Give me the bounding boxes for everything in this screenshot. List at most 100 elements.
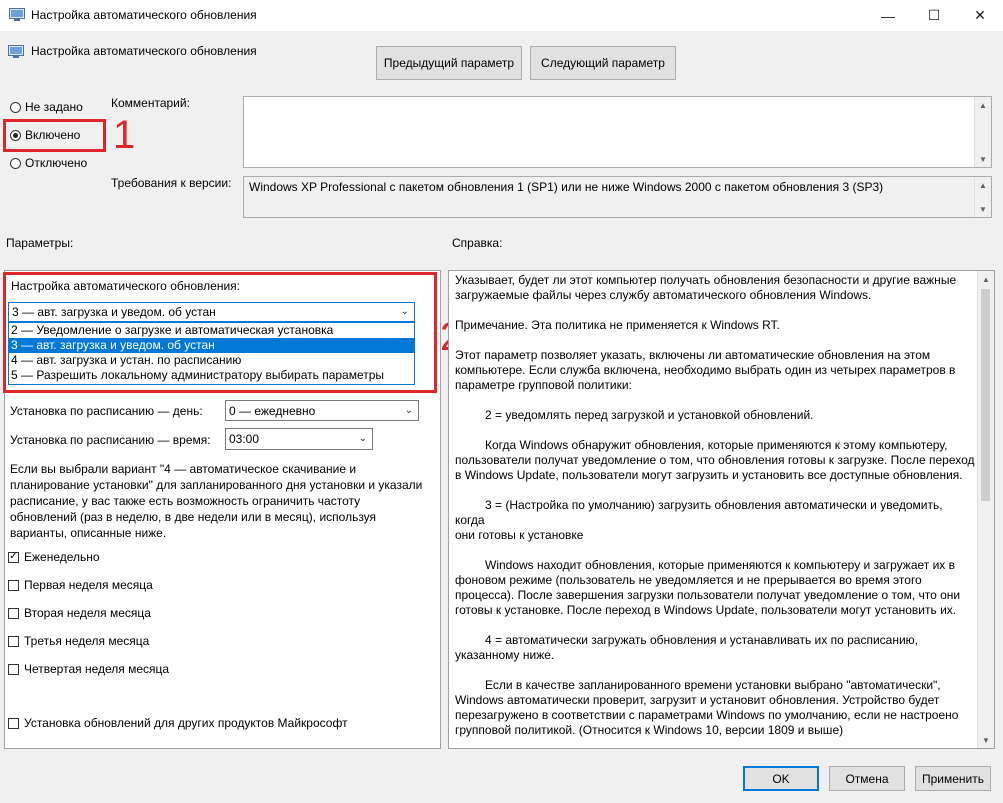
schedule-day-label: Установка по расписанию — день:	[10, 404, 203, 418]
checkbox[interactable]	[8, 607, 19, 619]
radio-label: Не задано	[25, 100, 83, 114]
radio-button[interactable]	[10, 157, 21, 169]
help-section-label: Справка:	[452, 236, 503, 250]
maximize-icon[interactable]: ☐	[911, 0, 957, 31]
help-line: фоновом режиме (пользователь не уведомля…	[455, 573, 922, 587]
help-line: групповой политикой. (Относится к Window…	[455, 723, 844, 737]
help-line: Когда Windows обнаружит обновления, кото…	[485, 438, 948, 452]
close-icon[interactable]: ✕	[957, 0, 1003, 31]
help-line: Примечание. Эта политика не применяется …	[455, 318, 780, 332]
checkbox-label: Первая неделя месяца	[24, 578, 153, 592]
checkbox-fourth-week[interactable]: Четвертая неделя месяца	[8, 662, 169, 676]
checkbox-third-week[interactable]: Третья неделя месяца	[8, 634, 149, 648]
schedule-time-combo[interactable]: 03:00 ⌄	[225, 428, 373, 450]
help-paragraph: Примечание. Эта политика не применяется …	[455, 318, 975, 333]
checkbox-weekly[interactable]: ✓ Еженедельно	[8, 550, 100, 564]
help-paragraph: 2 = уведомлять перед загрузкой и установ…	[455, 408, 975, 423]
checkbox[interactable]	[8, 579, 19, 591]
help-paragraph: Windows находит обновления, которые прим…	[455, 558, 975, 618]
schedule-time-label: Установка по расписанию — время:	[10, 433, 211, 447]
note-line: обновлений (раз в неделю, в две недели и…	[10, 510, 377, 524]
requirements-scrollbar[interactable]: ▲ ▼	[974, 177, 991, 217]
help-line: Этот параметр позволяет указать, включен…	[455, 348, 931, 362]
help-line: 3 = (Настройка по умолчанию) загрузить о…	[455, 498, 943, 527]
help-line: Windows автоматически проверит, загрузит…	[455, 693, 940, 707]
checkbox-other-products[interactable]: Установка обновлений для других продукто…	[8, 716, 348, 730]
radio-label: Отключено	[25, 156, 88, 170]
window-title: Настройка автоматического обновления	[31, 8, 257, 22]
schedule-day-combo[interactable]: 0 — ежедневно ⌄	[225, 400, 419, 421]
schedule-note: Если вы выбрали вариант "4 — автоматичес…	[10, 461, 435, 541]
cancel-button[interactable]: Отмена	[829, 766, 905, 791]
requirements-label: Требования к версии:	[111, 176, 232, 190]
annotation-marker-1: 1	[113, 113, 136, 157]
combo-value: 03:00	[229, 432, 260, 446]
annotation-box-2	[3, 272, 437, 393]
annotation-box-1	[3, 119, 106, 152]
ok-button[interactable]: OK	[743, 766, 819, 791]
help-line: готовы к установке. После переход в Wind…	[455, 603, 957, 617]
checkbox[interactable]	[8, 717, 19, 729]
scroll-down-icon[interactable]: ▼	[975, 151, 991, 167]
previous-setting-button[interactable]: Предыдущий параметр	[376, 46, 522, 80]
checkbox-second-week[interactable]: Вторая неделя месяца	[8, 606, 151, 620]
requirements-text: Windows XP Professional с пакетом обновл…	[249, 180, 884, 194]
help-line: загружаемые файлы через службу автоматич…	[455, 288, 872, 302]
checkbox-label: Установка обновлений для других продукто…	[24, 716, 348, 730]
help-paragraph: 3 = (Настройка по умолчанию) загрузить о…	[455, 498, 975, 543]
checkbox-label: Вторая неделя месяца	[24, 606, 151, 620]
scroll-up-icon[interactable]: ▲	[978, 271, 994, 287]
help-line: перезагружено в соответствии с параметра…	[455, 708, 959, 722]
scroll-down-icon[interactable]: ▼	[978, 732, 994, 748]
help-paragraph: Указывает, будет ли этот компьютер получ…	[455, 273, 975, 303]
help-paragraph: 4 = автоматически загружать обновления и…	[455, 633, 975, 663]
help-line: процесса). После завершения загрузки пол…	[455, 588, 961, 602]
help-line: Указывает, будет ли этот компьютер получ…	[455, 273, 957, 287]
checkbox[interactable]: ✓	[8, 551, 19, 563]
help-line: указанному ниже.	[455, 648, 555, 662]
checkbox[interactable]	[8, 663, 19, 675]
checkbox-label: Третья неделя месяца	[24, 634, 150, 648]
help-line: они готовы к установке	[455, 528, 584, 542]
checkbox[interactable]	[8, 635, 19, 647]
note-line: расписание, у вас также есть возможность…	[10, 494, 361, 508]
note-line: варианты, описанные ниже.	[10, 526, 167, 540]
checkbox-first-week[interactable]: Первая неделя месяца	[8, 578, 153, 592]
radio-not-configured[interactable]: Не задано	[10, 100, 83, 114]
note-line: планирование установки" для запланирован…	[10, 478, 423, 492]
help-paragraph: Когда Windows обнаружит обновления, кото…	[455, 438, 975, 483]
comment-textarea[interactable]: ▲ ▼	[243, 96, 992, 168]
combo-value: 0 — ежедневно	[229, 403, 316, 418]
next-setting-button[interactable]: Следующий параметр	[530, 46, 676, 80]
chevron-down-icon: ⌄	[358, 432, 367, 444]
note-line: Если вы выбрали вариант "4 — автоматичес…	[10, 462, 357, 476]
checkbox-label: Еженедельно	[24, 550, 100, 564]
policy-app-icon	[9, 8, 25, 21]
help-line: в Windows Update, пользователи могут заг…	[455, 468, 963, 482]
help-scrollbar[interactable]: ▲ ▼	[977, 271, 994, 748]
comment-scrollbar[interactable]: ▲ ▼	[974, 97, 991, 167]
help-paragraph: Если в качестве запланированного времени…	[455, 678, 975, 738]
help-line: 4 = автоматически загружать обновления и…	[485, 633, 918, 647]
comment-label: Комментарий:	[111, 96, 190, 110]
parameters-section-label: Параметры:	[6, 236, 74, 250]
help-text: Указывает, будет ли этот компьютер получ…	[455, 273, 975, 747]
help-paragraph: Этот параметр позволяет указать, включен…	[455, 348, 975, 393]
requirements-box: Windows XP Professional с пакетом обновл…	[243, 176, 992, 218]
policy-icon	[8, 45, 24, 58]
help-line: Windows находит обновления, которые прим…	[485, 558, 956, 572]
help-line: параметре групповой политики:	[455, 378, 632, 392]
help-line: компьютере. Если служба включена, необхо…	[455, 363, 956, 377]
scroll-up-icon[interactable]: ▲	[975, 97, 991, 113]
radio-button[interactable]	[10, 101, 21, 113]
help-line: пользователи получат уведомление о том, …	[455, 453, 975, 467]
policy-title: Настройка автоматического обновления	[31, 44, 257, 58]
chevron-down-icon: ⌄	[404, 404, 413, 416]
checkbox-label: Четвертая неделя месяца	[24, 662, 170, 676]
minimize-icon[interactable]: —	[865, 0, 911, 31]
scroll-thumb[interactable]	[981, 289, 990, 501]
radio-disabled[interactable]: Отключено	[10, 156, 87, 170]
scroll-up-icon[interactable]: ▲	[975, 177, 991, 193]
apply-button[interactable]: Применить	[915, 766, 991, 791]
scroll-down-icon[interactable]: ▼	[975, 201, 991, 217]
